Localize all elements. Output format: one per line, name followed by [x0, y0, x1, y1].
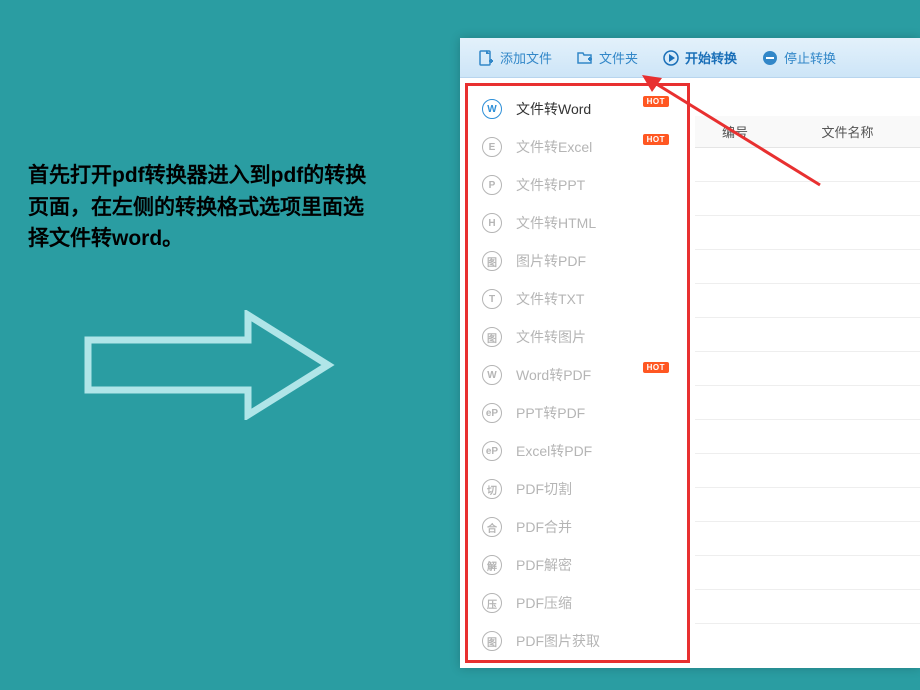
sidebar-item-11[interactable]: 合 PDF合并: [468, 508, 687, 546]
format-icon: eP: [482, 403, 502, 423]
format-icon: H: [482, 213, 502, 233]
sidebar-item-3[interactable]: H 文件转HTML: [468, 204, 687, 242]
add-file-button[interactable]: 添加文件: [465, 38, 564, 77]
sidebar-item-label: 文件转Excel: [516, 137, 592, 157]
sidebar-item-8[interactable]: eP PPT转PDF: [468, 394, 687, 432]
sidebar-item-5[interactable]: T 文件转TXT: [468, 280, 687, 318]
sidebar-item-label: 文件转HTML: [516, 213, 596, 233]
start-convert-button[interactable]: 开始转换: [650, 38, 749, 77]
stop-convert-button[interactable]: 停止转换: [749, 38, 848, 77]
folder-icon: [576, 49, 594, 67]
table-row: [695, 284, 920, 318]
table-row: [695, 318, 920, 352]
format-icon: W: [482, 99, 502, 119]
format-icon: 合: [482, 517, 502, 537]
conversion-format-sidebar: W文件转WordHOTE文件转ExcelHOTP文件转PPTH文件转HTML图图…: [465, 83, 690, 663]
sidebar-item-label: PDF解密: [516, 555, 572, 575]
sidebar-item-label: PDF压缩: [516, 593, 572, 613]
sidebar-item-label: 文件转图片: [516, 327, 586, 347]
sidebar-item-7[interactable]: W Word转PDF HOT: [468, 356, 687, 394]
table-row: [695, 250, 920, 284]
sidebar-item-label: 图片转PDF: [516, 251, 586, 271]
stop-label: 停止转换: [784, 48, 836, 67]
hot-badge: HOT: [643, 134, 669, 145]
sidebar-item-label: PDF图片获取: [516, 631, 600, 651]
sidebar-item-label: 文件转Word: [516, 99, 591, 119]
format-icon: 压: [482, 593, 502, 613]
format-icon: 图: [482, 251, 502, 271]
add-file-icon: [477, 49, 495, 67]
format-icon: eP: [482, 441, 502, 461]
table-row: [695, 386, 920, 420]
table-body: [695, 148, 920, 668]
sidebar-item-2[interactable]: P 文件转PPT: [468, 166, 687, 204]
format-icon: 切: [482, 479, 502, 499]
sidebar-item-6[interactable]: 图文件转图片: [468, 318, 687, 356]
instruction-text: 首先打开pdf转换器进入到pdf的转换页面，在左侧的转换格式选项里面选择文件转w…: [28, 160, 378, 255]
add-file-label: 添加文件: [500, 48, 552, 67]
format-icon: 图: [482, 631, 502, 651]
folder-label: 文件夹: [599, 48, 638, 67]
sidebar-item-14[interactable]: 图 PDF图片获取: [468, 622, 687, 660]
table-row: [695, 590, 920, 624]
format-icon: P: [482, 175, 502, 195]
pdf-converter-window: 添加文件 文件夹 开始转换: [460, 38, 920, 668]
format-icon: 图: [482, 327, 502, 347]
table-row: [695, 454, 920, 488]
block-arrow-graphic: [78, 310, 338, 425]
sidebar-item-0[interactable]: W 文件转Word HOT: [468, 90, 687, 128]
table-row: [695, 148, 920, 182]
sidebar-item-9[interactable]: eP Excel转PDF: [468, 432, 687, 470]
table-row: [695, 352, 920, 386]
hot-badge: HOT: [643, 362, 669, 373]
sidebar-item-10[interactable]: 切 PDF切割: [468, 470, 687, 508]
hot-badge: HOT: [643, 96, 669, 107]
table-row: [695, 556, 920, 590]
sidebar-item-13[interactable]: 压 PDF压缩: [468, 584, 687, 622]
column-number-header: 编号: [695, 122, 775, 141]
file-list-panel: 编号 文件名称: [695, 78, 920, 668]
column-filename-header: 文件名称: [775, 122, 920, 141]
sidebar-item-label: Excel转PDF: [516, 441, 592, 461]
sidebar-item-label: Word转PDF: [516, 365, 591, 385]
folder-button[interactable]: 文件夹: [564, 38, 650, 77]
format-icon: 解: [482, 555, 502, 575]
table-header: 编号 文件名称: [695, 116, 920, 148]
sidebar-item-label: 文件转PPT: [516, 175, 585, 195]
sidebar-item-label: 文件转TXT: [516, 289, 584, 309]
table-row: [695, 488, 920, 522]
format-icon: E: [482, 137, 502, 157]
main-toolbar: 添加文件 文件夹 开始转换: [460, 38, 920, 78]
stop-icon: [761, 49, 779, 67]
sidebar-item-label: PDF合并: [516, 517, 572, 537]
sidebar-item-label: PDF切割: [516, 479, 572, 499]
sidebar-item-12[interactable]: 解 PDF解密: [468, 546, 687, 584]
table-row: [695, 216, 920, 250]
play-icon: [662, 49, 680, 67]
format-icon: T: [482, 289, 502, 309]
format-icon: W: [482, 365, 502, 385]
content-area: W文件转WordHOTE文件转ExcelHOTP文件转PPTH文件转HTML图图…: [460, 78, 920, 668]
table-row: [695, 522, 920, 556]
start-label: 开始转换: [685, 48, 737, 67]
sidebar-item-1[interactable]: E 文件转Excel HOT: [468, 128, 687, 166]
table-row: [695, 420, 920, 454]
sidebar-item-label: PPT转PDF: [516, 403, 585, 423]
table-row: [695, 182, 920, 216]
sidebar-item-4[interactable]: 图图片转PDF: [468, 242, 687, 280]
